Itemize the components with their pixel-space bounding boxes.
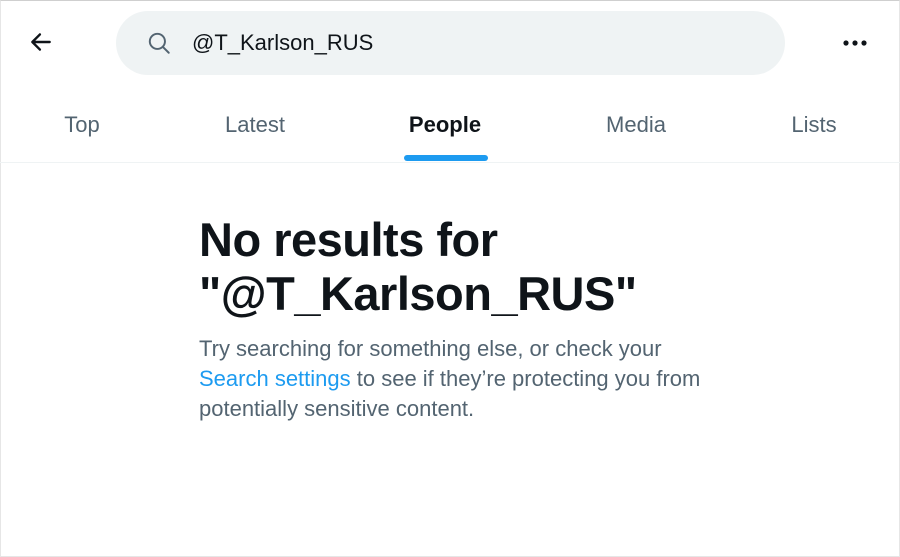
tab-latest[interactable]: Latest bbox=[195, 88, 315, 162]
empty-state-message: Try searching for something else, or che… bbox=[199, 334, 719, 424]
tab-label: Top bbox=[64, 112, 100, 137]
arrow-left-icon bbox=[28, 29, 54, 60]
empty-state-text-before: Try searching for something else, or che… bbox=[199, 336, 662, 361]
more-horizontal-icon bbox=[842, 34, 868, 52]
back-button[interactable] bbox=[22, 25, 60, 63]
tab-media[interactable]: Media bbox=[576, 88, 696, 162]
empty-state-title-line1: No results for bbox=[199, 213, 498, 266]
tab-label: People bbox=[408, 112, 482, 137]
tab-top[interactable]: Top bbox=[22, 88, 142, 162]
search-icon bbox=[144, 28, 174, 58]
more-options-button[interactable] bbox=[835, 25, 875, 61]
search-tabs: Top Latest People Media Lists bbox=[0, 88, 900, 163]
search-settings-link[interactable]: Search settings bbox=[199, 366, 351, 391]
empty-state-title-line2: "@T_Karlson_RUS" bbox=[199, 267, 637, 320]
tab-lists[interactable]: Lists bbox=[754, 88, 874, 162]
tab-label: Lists bbox=[791, 112, 837, 137]
tab-people[interactable]: People bbox=[385, 88, 505, 162]
search-input[interactable] bbox=[192, 30, 752, 56]
search-box[interactable] bbox=[116, 11, 785, 75]
active-tab-indicator bbox=[404, 155, 488, 161]
empty-state-title: No results for "@T_Karlson_RUS" bbox=[199, 213, 799, 321]
tab-label: Latest bbox=[225, 112, 285, 137]
tab-label: Media bbox=[606, 112, 666, 137]
